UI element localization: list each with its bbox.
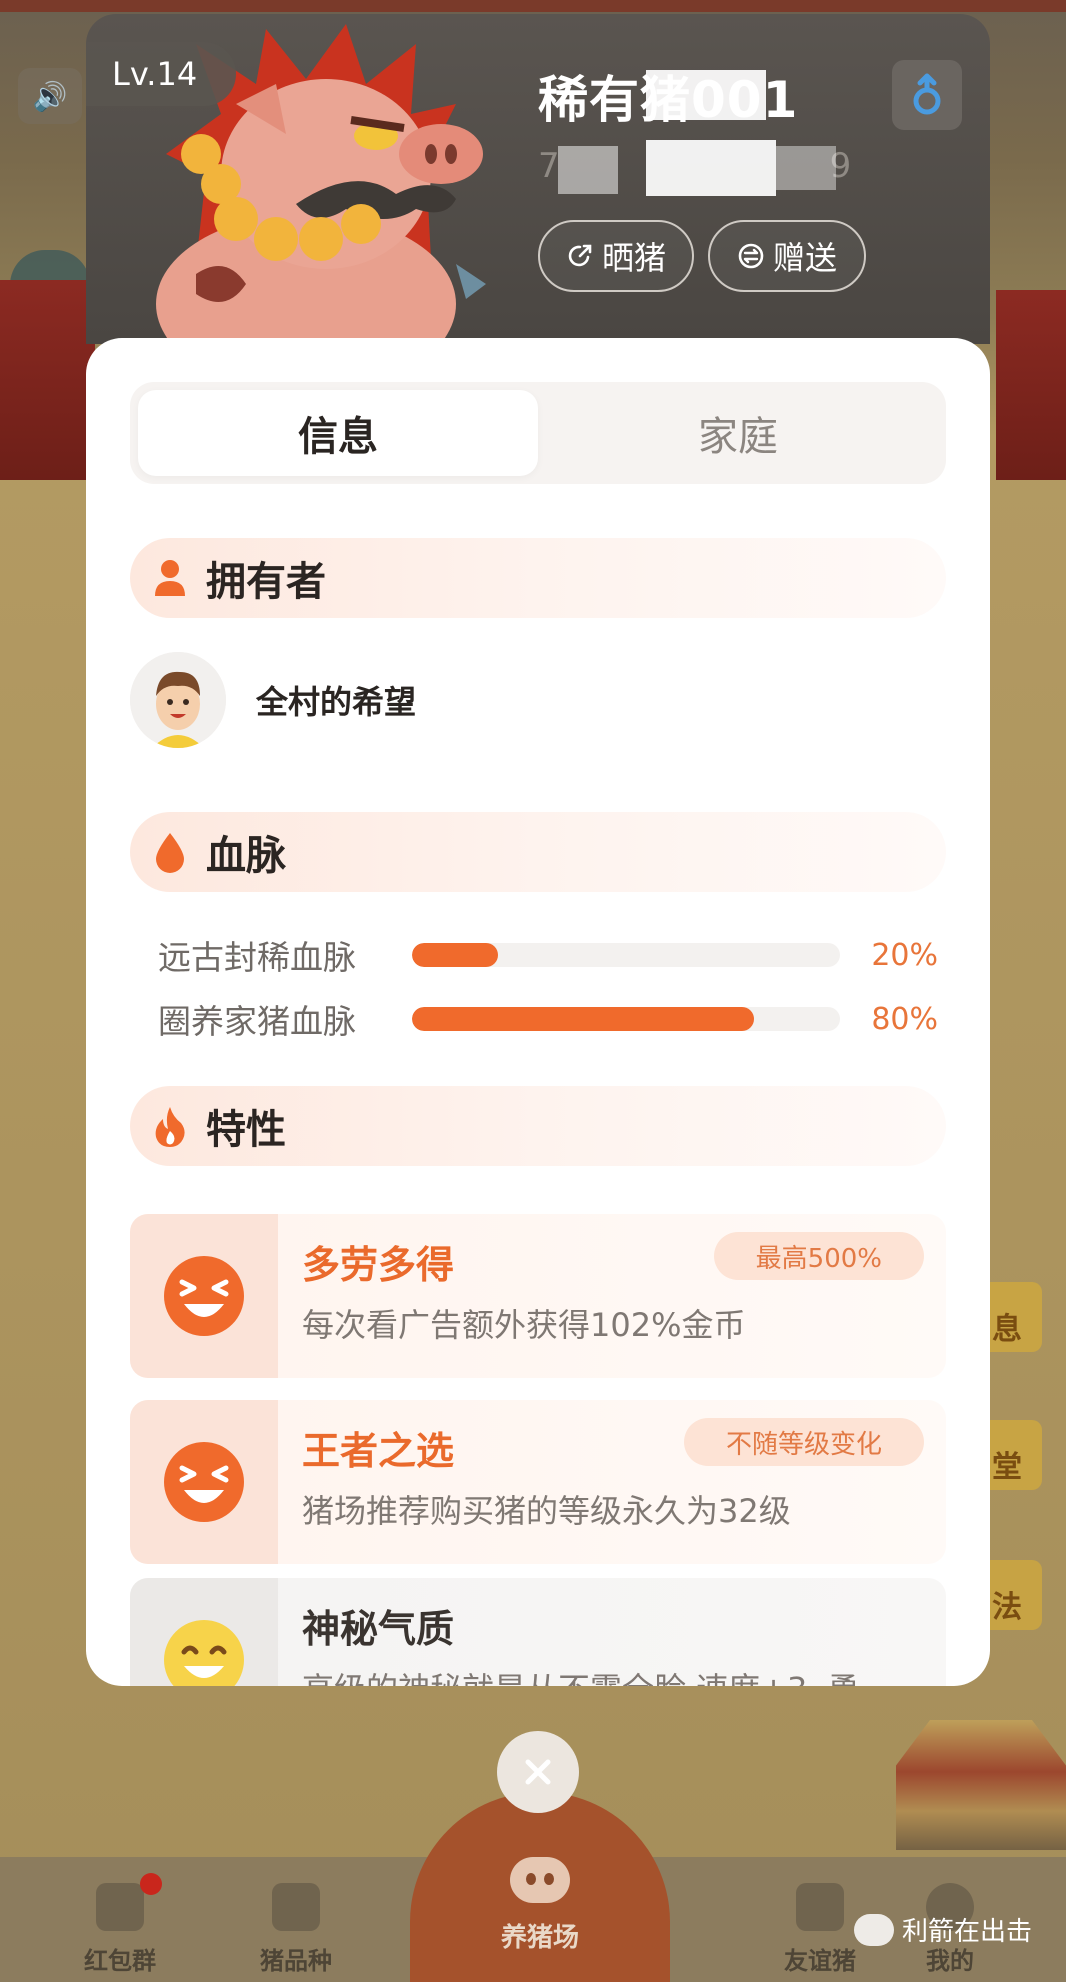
trait-card[interactable]: 神秘气质 高级的神秘就是从不露全脸 速度+3, 勇 (130, 1578, 946, 1686)
male-icon (913, 73, 941, 115)
tab-family[interactable]: 家庭 (538, 390, 938, 476)
watermark: 利箭在出击 (853, 1911, 1032, 1948)
trait-badge: 最高500% (713, 1232, 924, 1280)
close-button[interactable] (497, 1731, 579, 1813)
bloodline-bar (412, 1007, 840, 1031)
nav-item-red-packet-group[interactable]: 红包群 (40, 1857, 200, 1982)
laughing-face-icon (164, 1442, 244, 1522)
smiling-face-icon (164, 1620, 244, 1686)
notification-dot (140, 1873, 162, 1895)
trait-description: 高级的神秘就是从不露全脸 速度+3, 勇 (302, 1664, 860, 1686)
bloodline-bar-fill (412, 943, 498, 967)
trait-title: 王者之选 (302, 1429, 455, 1473)
sound-icon[interactable]: 🔊 (18, 68, 82, 124)
trait-description: 每次看广告额外获得102%金币 (302, 1306, 746, 1344)
wechat-icon (853, 1913, 894, 1946)
trait-badge: 不随等级变化 (683, 1418, 924, 1466)
bloodline-bar (412, 943, 840, 967)
share-pig-button[interactable]: 晒猪 (538, 220, 694, 292)
gender-button[interactable] (892, 60, 962, 130)
trait-card[interactable]: 多劳多得 每次看广告额外获得102%金币 最高500% (130, 1214, 946, 1378)
transfer-icon (738, 243, 764, 269)
laughing-face-icon (164, 1256, 244, 1336)
bloodline-section-header: 血脉 (130, 812, 946, 892)
owner-section-header: 拥有者 (130, 538, 946, 618)
person-icon (150, 556, 190, 600)
pig-info-card: 信息 家庭 拥有者 全村的希望 血脉 远古封稀血脉 20% 圈养家猪血脉 80%… (86, 338, 990, 1686)
gift-pig-button[interactable]: 赠送 (708, 220, 866, 292)
privacy-blur (558, 146, 618, 194)
share-icon (568, 244, 592, 267)
red-packet-icon (96, 1883, 144, 1931)
close-icon (525, 1759, 551, 1785)
trait-title: 神秘气质 (302, 1607, 455, 1651)
level-badge: Lv.14 (86, 42, 236, 106)
bloodline-row: 远古封稀血脉 20% (158, 937, 938, 978)
privacy-blur (646, 140, 776, 196)
top-strip (0, 0, 1066, 12)
trait-title: 多劳多得 (302, 1243, 455, 1287)
flame-icon (150, 1104, 190, 1148)
tab-bar: 信息 家庭 (130, 382, 946, 484)
breed-book-icon (272, 1883, 320, 1931)
owner-row[interactable]: 全村的希望 (130, 652, 416, 748)
owner-name: 全村的希望 (256, 683, 417, 721)
trait-card[interactable]: 王者之选 猪场推荐购买猪的等级永久为32级 不随等级变化 (130, 1400, 946, 1564)
avatar (130, 652, 226, 748)
nav-item-pig-farm[interactable]: 养猪场 (410, 1792, 670, 1982)
blood-drop-icon (150, 830, 190, 874)
nav-item-pig-breeds[interactable]: 猪品种 (216, 1857, 376, 1982)
building-right (996, 290, 1066, 480)
bloodline-bar-fill (412, 1007, 755, 1031)
pig-header: Lv.14 稀有猪001 79 晒猪 赠送 (86, 14, 990, 344)
privacy-blur (646, 70, 766, 120)
building-left (0, 280, 95, 480)
pig-nose-icon (510, 1857, 570, 1903)
privacy-blur (776, 146, 836, 190)
trait-description: 猪场推荐购买猪的等级永久为32级 (302, 1492, 791, 1530)
chat-icon (796, 1883, 844, 1931)
traits-section-header: 特性 (130, 1086, 946, 1166)
bloodline-row: 圈养家猪血脉 80% (158, 1001, 938, 1042)
palace-decoration (896, 1720, 1066, 1850)
tab-info[interactable]: 信息 (138, 390, 538, 476)
